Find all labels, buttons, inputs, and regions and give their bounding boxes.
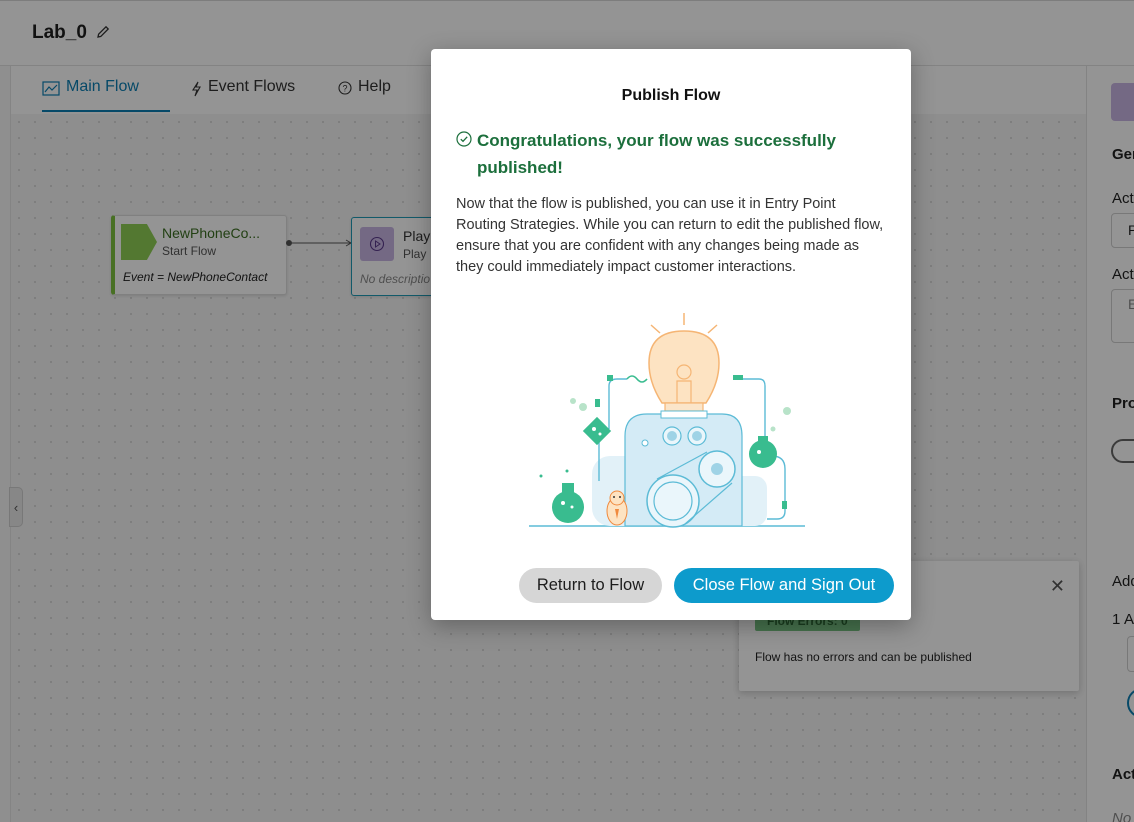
lightbulb-illustration <box>529 313 805 528</box>
publish-flow-dialog: Publish Flow Congratulations, your flow … <box>431 49 911 620</box>
close-flow-sign-out-button[interactable]: Close Flow and Sign Out <box>674 568 894 603</box>
return-to-flow-button[interactable]: Return to Flow <box>519 568 662 603</box>
success-message: Congratulations, your flow was successfu… <box>477 131 836 177</box>
dialog-title: Publish Flow <box>621 87 721 104</box>
check-circle-icon <box>456 131 472 147</box>
dialog-body: Now that the flow is published, you can … <box>456 196 884 275</box>
